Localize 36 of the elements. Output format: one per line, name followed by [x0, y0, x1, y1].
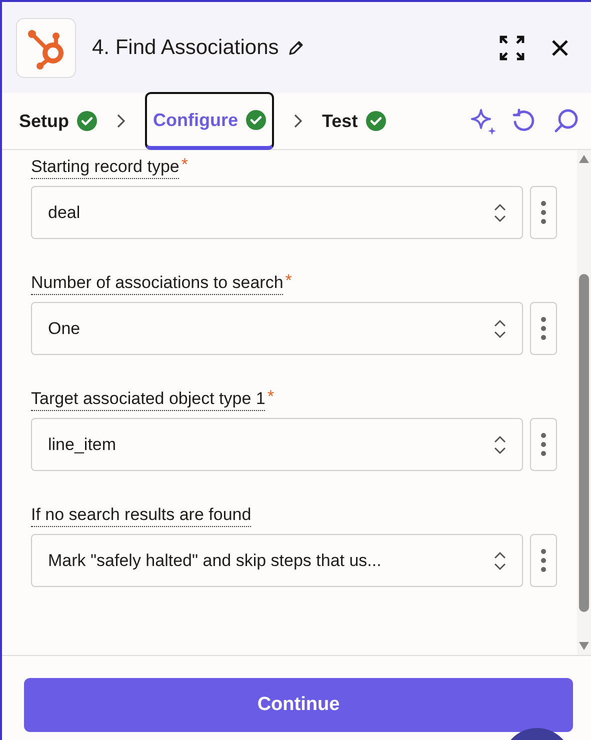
select-field[interactable]: One	[31, 302, 523, 355]
field-label: Starting record type	[31, 156, 180, 179]
more-options-button[interactable]	[530, 186, 557, 239]
required-asterisk: *	[267, 388, 274, 406]
sparkle-icon[interactable]	[469, 107, 497, 135]
required-asterisk: *	[181, 156, 188, 174]
up-down-chevron-icon	[494, 550, 506, 570]
up-down-chevron-icon	[494, 202, 506, 222]
step-tab[interactable]: Configure	[145, 92, 274, 150]
select-field[interactable]: deal	[31, 186, 523, 239]
close-icon[interactable]	[551, 38, 569, 56]
more-options-button[interactable]	[530, 302, 557, 355]
up-down-chevron-icon	[494, 434, 506, 454]
more-options-button[interactable]	[530, 418, 557, 471]
field-label: If no search results are found	[31, 504, 252, 527]
continue-button[interactable]: Continue	[24, 678, 573, 732]
chevron-right-icon	[293, 113, 304, 129]
expand-icon[interactable]	[499, 34, 525, 60]
step-title: 4. Find Associations	[92, 34, 279, 61]
up-down-chevron-icon	[494, 318, 506, 338]
more-options-button[interactable]	[530, 534, 557, 587]
pencil-icon[interactable]	[286, 38, 305, 56]
step-tab[interactable]: Test	[322, 92, 386, 150]
chevron-right-icon	[116, 113, 126, 129]
search-icon[interactable]	[553, 108, 579, 134]
app-logo-icon	[16, 18, 76, 78]
select-field[interactable]: Mark "safely halted" and skip steps that us...	[31, 534, 523, 587]
scroll-down-arrow-icon[interactable]	[578, 641, 590, 651]
step-tab[interactable]: Setup	[19, 92, 98, 150]
select-field[interactable]: line_item	[31, 418, 523, 471]
scrollbar[interactable]	[577, 150, 591, 655]
field-label: Target associated object type 1	[31, 388, 266, 411]
field-label: Number of associations to search	[31, 272, 284, 295]
required-asterisk: *	[285, 272, 292, 290]
undo-icon[interactable]	[511, 108, 537, 134]
scroll-up-arrow-icon[interactable]	[578, 154, 590, 164]
